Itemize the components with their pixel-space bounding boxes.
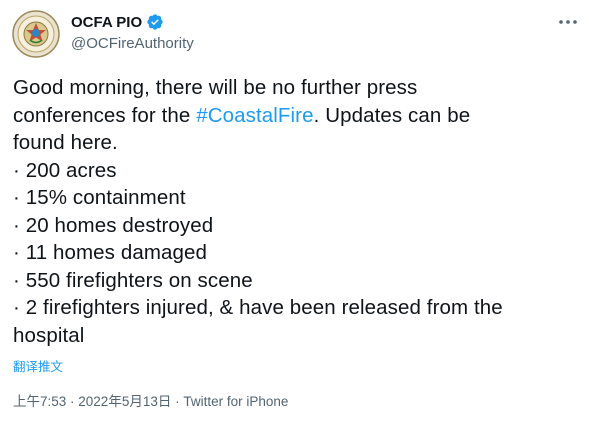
meta-separator: ·	[171, 394, 184, 409]
bullet-item: · 15% containment	[13, 186, 186, 209]
bullet-item: · 200 acres	[13, 158, 117, 182]
tweet-date-link[interactable]: 2022年5月13日	[78, 394, 171, 409]
tweet-text-segment: . Updates can be	[313, 103, 471, 127]
more-horizontal-icon	[559, 20, 577, 24]
meta-separator: ·	[66, 394, 79, 409]
tweet-line: conferences for the #CoastalFire. Update…	[13, 102, 573, 130]
tweet-line: hospital	[13, 323, 85, 347]
author-handle[interactable]: @OCFireAuthority	[71, 35, 194, 52]
tweet-source-link[interactable]: Twitter for iPhone	[183, 394, 288, 409]
avatar[interactable]	[12, 10, 60, 58]
translate-tweet-link[interactable]: 翻译推文	[13, 356, 63, 375]
author-header: OCFA PIO @OCFireAuthority	[71, 12, 194, 53]
ocfa-seal-icon	[12, 10, 60, 58]
tweet-line: Good morning, there will be no further p…	[13, 76, 418, 99]
author-display-name[interactable]: OCFA PIO	[71, 14, 142, 31]
tweet-text: Good morning, there will be no further p…	[13, 74, 573, 349]
tweet-card: OCFA PIO @OCFireAuthority Good morning, …	[0, 0, 589, 430]
bullet-item: · 20 homes destroyed	[13, 213, 214, 237]
tweet-line: found here.	[13, 131, 118, 154]
tweet-text-segment: conferences for the	[13, 103, 197, 127]
verified-badge-icon	[147, 14, 163, 30]
hashtag-link[interactable]: #CoastalFire	[196, 104, 313, 127]
bullet-item: · 11 homes damaged	[13, 241, 208, 264]
name-row: OCFA PIO	[71, 12, 194, 32]
more-options-button[interactable]	[554, 12, 582, 32]
tweet-meta: 上午7:53 · 2022年5月13日 · Twitter for iPhone	[13, 390, 288, 410]
tweet-time-link[interactable]: 上午7:53	[13, 394, 66, 409]
bullet-item: · 2 firefighters injured, & have been re…	[13, 296, 503, 319]
bullet-item: · 550 firefighters on scene	[13, 268, 253, 292]
